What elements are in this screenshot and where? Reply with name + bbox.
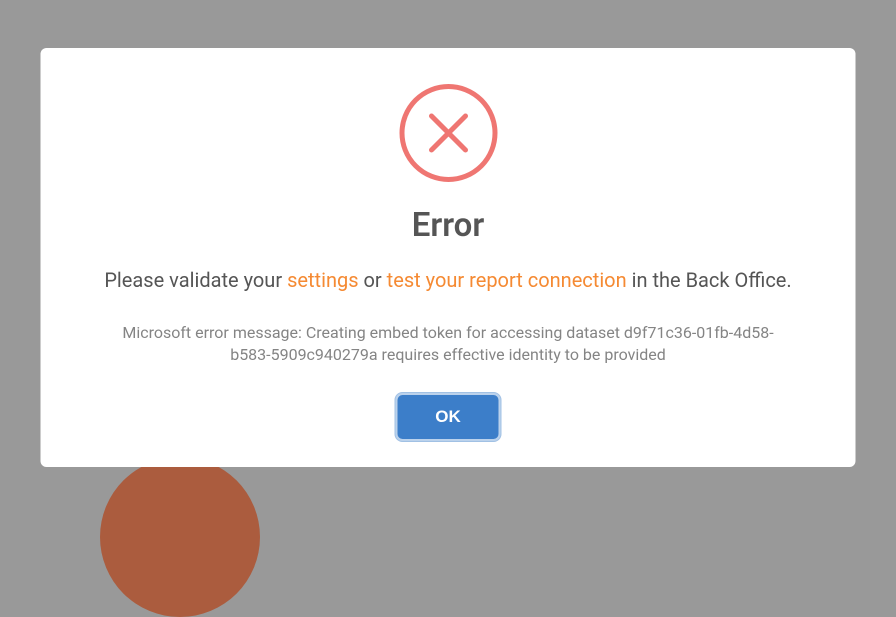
ok-button[interactable]: OK [397,395,499,439]
error-dialog: Error Please validate your settings or t… [41,48,856,467]
test-connection-link[interactable]: test your report connection [387,268,627,292]
message-text: in the Back Office. [627,268,792,292]
error-icon [399,84,497,182]
message-text: Please validate your [104,268,287,292]
background-decoration [100,457,260,617]
message-text: or [359,268,387,292]
settings-link[interactable]: settings [287,268,358,292]
dialog-submessage: Microsoft error message: Creating embed … [89,322,808,367]
dialog-title: Error [89,206,808,245]
dialog-message: Please validate your settings or test yo… [89,267,808,294]
icon-container [89,84,808,182]
